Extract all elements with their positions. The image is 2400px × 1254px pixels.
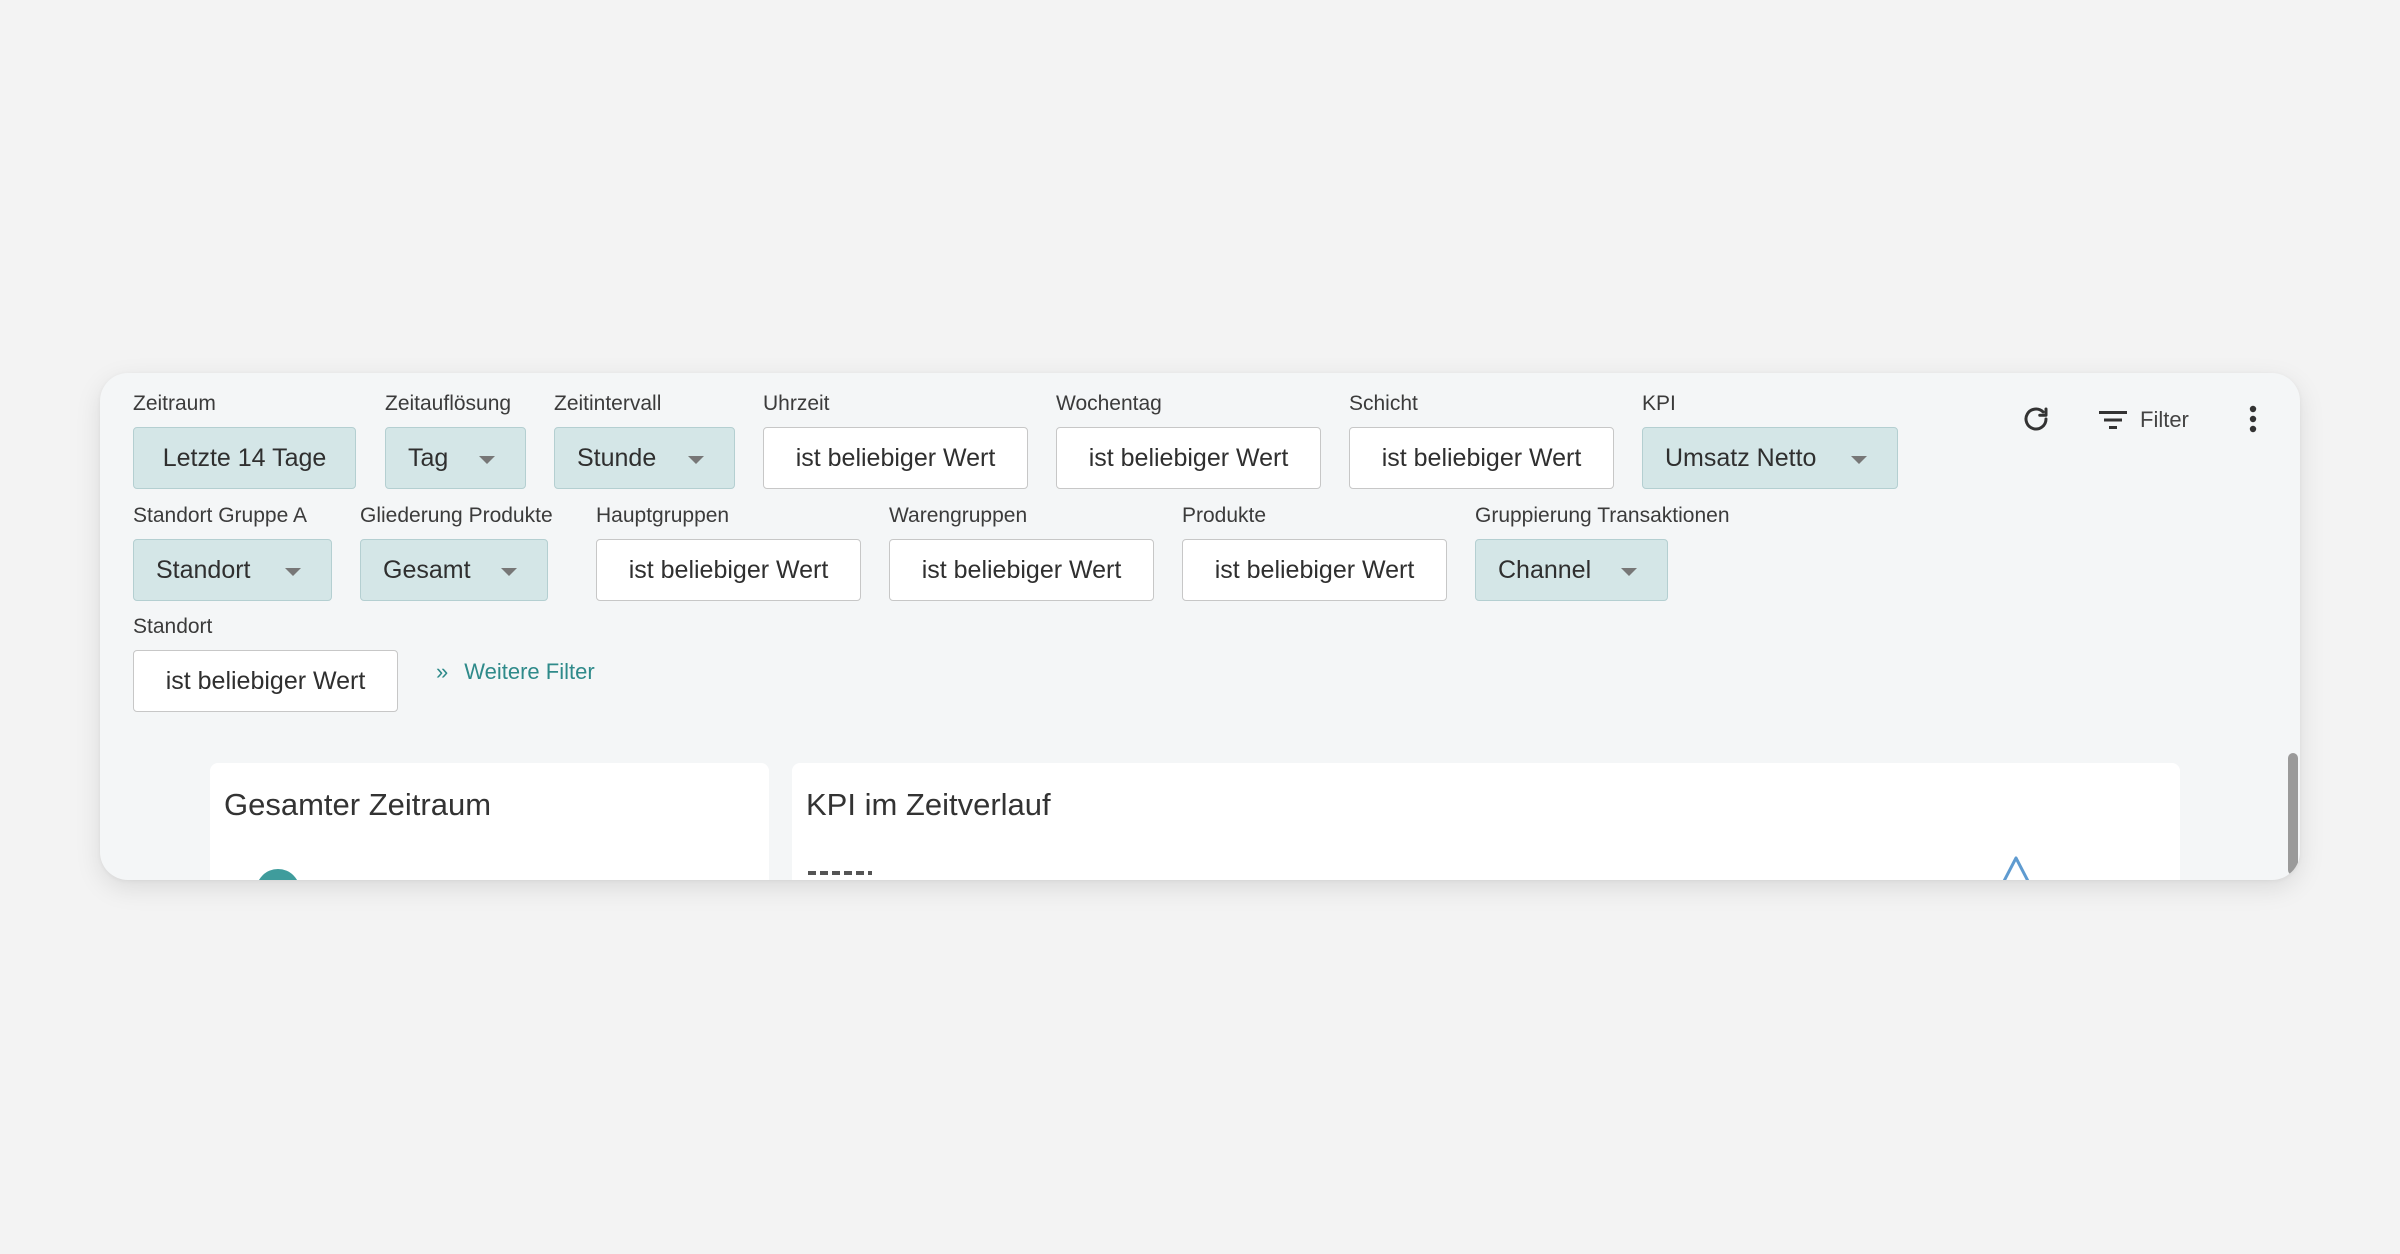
caret-down-icon (688, 456, 704, 464)
gliederung-produkte-dropdown[interactable]: Gesamt (360, 539, 548, 601)
filter-label: Gliederung Produkte (360, 504, 553, 527)
field-value: ist beliebiger Wert (628, 555, 829, 584)
gruppierung-transaktionen-dropdown[interactable]: Channel (1475, 539, 1668, 601)
field-value: ist beliebiger Wert (795, 443, 996, 472)
panel-kpi-zeitverlauf: KPI im Zeitverlauf (792, 763, 2180, 880)
weitere-filter-label: Weitere Filter (464, 659, 595, 684)
more-vertical-icon (2249, 405, 2257, 433)
standort-gruppe-a-dropdown[interactable]: Standort (133, 539, 332, 601)
uhrzeit-field[interactable]: ist beliebiger Wert (763, 427, 1028, 489)
field-value: ist beliebiger Wert (1214, 555, 1415, 584)
weitere-filter-link[interactable]: » Weitere Filter (436, 659, 595, 685)
dropdown-value: Gesamt (383, 555, 471, 584)
dashboard-card: Zeitraum Letzte 14 Tage Zeitauflösung Ta… (100, 373, 2300, 880)
vertical-scrollbar[interactable] (2286, 373, 2300, 880)
filter-label: Produkte (1182, 504, 1267, 527)
triangle-marker-icon (2002, 856, 2030, 880)
caret-down-icon (1851, 456, 1867, 464)
filter-label: Gruppierung Transaktionen (1475, 504, 1730, 527)
filter-label: Standort (133, 615, 213, 638)
field-value: ist beliebiger Wert (165, 666, 366, 695)
kpi-circle-icon (256, 869, 300, 880)
filter-label: Warengruppen (889, 504, 1028, 527)
caret-down-icon (501, 568, 517, 576)
panel-gesamter-zeitraum: Gesamter Zeitraum (210, 763, 769, 880)
filter-label: Schicht (1349, 392, 1418, 415)
produkte-field[interactable]: ist beliebiger Wert (1182, 539, 1447, 601)
dropdown-value: Channel (1498, 555, 1592, 584)
filter-label: Hauptgruppen (596, 504, 730, 527)
field-value: ist beliebiger Wert (921, 555, 1122, 584)
filter-label: KPI (1642, 392, 1676, 415)
dropdown-value: Stunde (577, 443, 657, 472)
zeitaufloesung-dropdown[interactable]: Tag (385, 427, 526, 489)
standort-field[interactable]: ist beliebiger Wert (133, 650, 398, 712)
warengruppen-field[interactable]: ist beliebiger Wert (889, 539, 1154, 601)
filter-icon (2099, 411, 2127, 429)
dropdown-value: Tag (408, 443, 449, 472)
filter-label: Wochentag (1056, 392, 1162, 415)
caret-down-icon (285, 568, 301, 576)
wochentag-field[interactable]: ist beliebiger Wert (1056, 427, 1321, 489)
dropdown-value: Letzte 14 Tage (162, 443, 327, 472)
filter-label: Zeitauflösung (385, 392, 512, 415)
hauptgruppen-field[interactable]: ist beliebiger Wert (596, 539, 861, 601)
kpi-dropdown[interactable]: Umsatz Netto (1642, 427, 1898, 489)
filter-label: Standort Gruppe A (133, 504, 307, 527)
field-value: ist beliebiger Wert (1381, 443, 1582, 472)
zeitraum-dropdown[interactable]: Letzte 14 Tage (133, 427, 356, 489)
field-value: ist beliebiger Wert (1088, 443, 1289, 472)
zeitintervall-dropdown[interactable]: Stunde (554, 427, 735, 489)
panel-title: KPI im Zeitverlauf (806, 787, 1051, 822)
schicht-field[interactable]: ist beliebiger Wert (1349, 427, 1614, 489)
scrollbar-thumb[interactable] (2288, 753, 2298, 875)
double-chevron-right-icon: » (436, 659, 449, 684)
filter-button-label: Filter (2140, 407, 2189, 432)
more-options-button[interactable] (2233, 399, 2273, 439)
refresh-icon (2024, 407, 2048, 431)
filter-button[interactable]: Filter (2098, 403, 2189, 437)
panel-title: Gesamter Zeitraum (224, 787, 492, 822)
filter-label: Zeitintervall (554, 392, 662, 415)
y-axis-tick-partial (808, 871, 872, 875)
dropdown-value: Umsatz Netto (1665, 443, 1817, 472)
filter-label: Zeitraum (133, 392, 216, 415)
dropdown-value: Standort (156, 555, 251, 584)
refresh-button[interactable] (2016, 399, 2056, 439)
caret-down-icon (479, 456, 495, 464)
caret-down-icon (1621, 568, 1637, 576)
filter-label: Uhrzeit (763, 392, 830, 415)
